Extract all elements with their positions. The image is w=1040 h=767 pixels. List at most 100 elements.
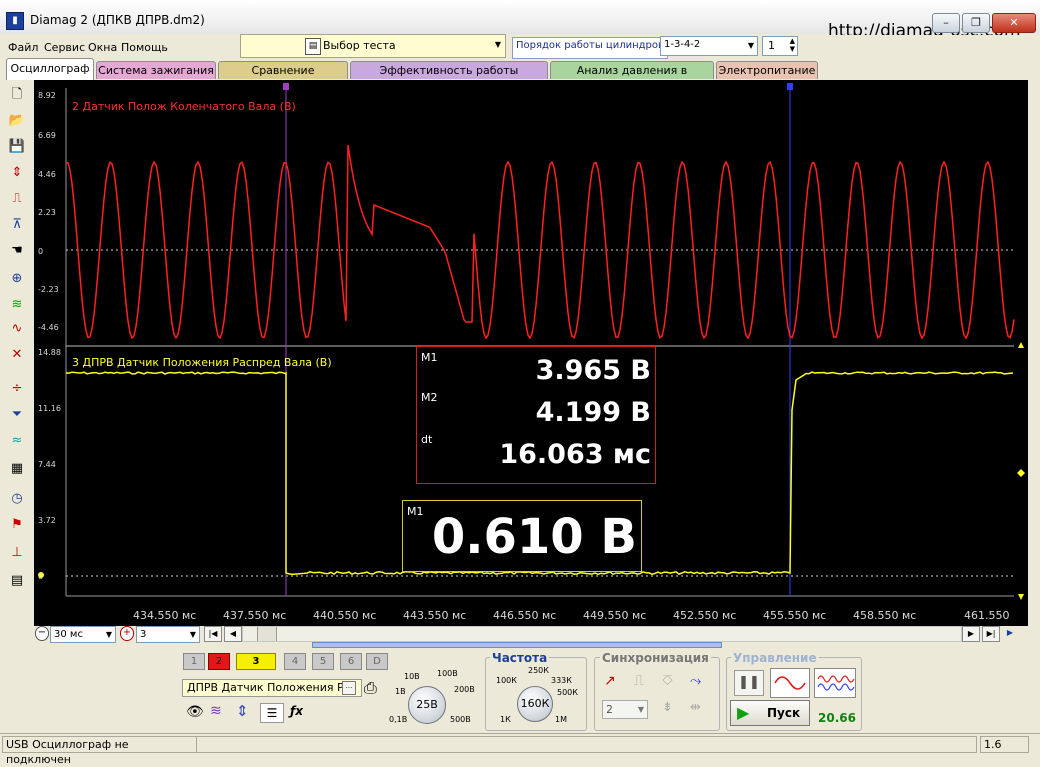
volt-scale-label: 10В: [404, 672, 420, 681]
math-function-icon[interactable]: ƒx: [290, 704, 303, 718]
x-tick: 434.550 мс: [133, 609, 197, 622]
tab-cylinder-pressure[interactable]: Анализ давления в цилиндре: [550, 61, 714, 94]
probe-connect-icon[interactable]: ⎙: [364, 678, 377, 698]
zoom-channel-value: 3: [140, 629, 147, 640]
cylinder-order-label: Порядок работы цилиндров: [512, 37, 668, 59]
cross-marker-icon[interactable]: ✕: [8, 346, 26, 364]
cursor-2-handle: [787, 83, 793, 90]
line-width-icon[interactable]: ☰: [260, 703, 284, 723]
horizontal-scrollbar[interactable]: [242, 626, 962, 642]
channel-name-more-button[interactable]: ···: [342, 681, 356, 695]
m2-label: M2: [421, 391, 438, 404]
menu-help[interactable]: Помощь: [121, 41, 168, 54]
continuous-mode-button[interactable]: [814, 668, 856, 698]
vertical-position-icon[interactable]: ⇕: [236, 702, 249, 720]
pulse-down-icon[interactable]: ⎏: [662, 673, 673, 689]
horizontal-cursor-icon[interactable]: ÷: [8, 380, 26, 398]
waveform-overlay-icon[interactable]: ≋: [8, 296, 26, 314]
channel-5-button[interactable]: 5: [312, 653, 334, 670]
tab-cylinder-efficiency[interactable]: Эффективность работы цилиндров: [350, 61, 548, 94]
oscilloscope-plot[interactable]: 8.92 6.69 4.46 2.23 0 -2.23 -4.46 14.88 …: [34, 80, 1028, 626]
acquisition-rate: 20.66: [818, 711, 856, 725]
pause-button[interactable]: ❚❚: [734, 670, 764, 696]
frequency-knob[interactable]: 160К: [517, 686, 553, 722]
freq-scale-label: 1М: [555, 715, 567, 724]
scroll-first-button[interactable]: |◀: [204, 626, 222, 642]
scroll-right-button[interactable]: ▶: [962, 626, 980, 642]
pulse-up-icon[interactable]: ⎍: [634, 673, 644, 689]
cylinder-order-select[interactable]: 1-3-4-2 ▼: [660, 36, 758, 56]
tab-cylinder-comparison[interactable]: Сравнение цилиндров: [218, 61, 348, 94]
zoom-channel-select[interactable]: 3 ▼: [136, 626, 200, 643]
close-button[interactable]: ✕: [992, 13, 1036, 33]
filter-icon[interactable]: ⏷: [8, 406, 26, 424]
x-tick: 443.550 мс: [403, 609, 467, 622]
volt-scale-label: 100В: [437, 669, 458, 678]
channel-3-button[interactable]: 3: [236, 653, 276, 670]
x-tick: 449.550 мс: [583, 609, 647, 622]
channel-d-button[interactable]: D: [366, 653, 388, 670]
visibility-eye-icon[interactable]: 👁: [186, 704, 204, 720]
ch2-ytick: -2.23: [38, 285, 59, 294]
zoom-icon[interactable]: ⊕: [8, 270, 26, 288]
flag-marker-icon[interactable]: ⚑: [8, 516, 26, 534]
table-icon[interactable]: ▦: [8, 460, 26, 478]
multi-wave-icon: [817, 675, 855, 691]
maximize-button[interactable]: ❐: [962, 13, 990, 33]
trigger-level-icon[interactable]: ⇟: [662, 700, 673, 715]
tab-ignition-system[interactable]: Система зажигания: [96, 61, 216, 79]
auto-scale-icon[interactable]: ⇕: [8, 164, 26, 182]
zero-level-icon[interactable]: ⊥: [8, 544, 26, 562]
hand-pan-icon[interactable]: ☚: [8, 242, 26, 260]
trigger-position-icon[interactable]: ⇹: [690, 700, 701, 715]
single-shot-button[interactable]: [770, 668, 810, 698]
cylinder-number-stepper[interactable]: 1 ▲ ▼: [762, 36, 798, 56]
save-icon[interactable]: 💾: [8, 138, 26, 156]
cursor-tool-icon[interactable]: ⊼: [8, 216, 26, 234]
minimize-button[interactable]: –: [932, 13, 960, 33]
channel-settings-icon[interactable]: ≈: [8, 432, 26, 450]
auto-trigger-icon[interactable]: ⤳: [690, 673, 701, 689]
play-scroll-button[interactable]: ▶: [1002, 626, 1018, 640]
channel-4-button[interactable]: 4: [284, 653, 306, 670]
auto-timer-icon[interactable]: ◷: [8, 490, 26, 508]
menu-service[interactable]: Сервис: [44, 41, 85, 54]
m2-value: 4.199 В: [535, 397, 651, 428]
zoom-out-icon[interactable]: −: [35, 626, 49, 641]
ch2-ytick: 4.46: [38, 170, 56, 179]
channel-name-field[interactable]: ДПРВ Датчик Положения Рас: [182, 679, 362, 697]
panel-splitter[interactable]: [312, 642, 722, 648]
menu-windows[interactable]: Окна: [88, 41, 117, 54]
marker-label: M1: [407, 505, 424, 518]
timebase-select[interactable]: 30 мс ▼: [50, 626, 116, 643]
trigger-edge-icon[interactable]: ⎍: [8, 190, 26, 208]
chevron-down-icon: ▼: [637, 705, 644, 714]
scroll-last-button[interactable]: ▶|: [982, 626, 1000, 642]
channel-2-button[interactable]: 2: [208, 653, 230, 670]
sync-channel-select[interactable]: 2 ▼: [602, 700, 648, 719]
channel-6-button[interactable]: 6: [340, 653, 362, 670]
tab-oscilloscope[interactable]: Осциллограф: [6, 58, 94, 80]
document-icon: ▤: [305, 38, 321, 55]
tab-power-supply[interactable]: Электропитание: [716, 61, 818, 79]
ch2-channel-label: 2 Датчик Полож Коленчатого Вала (В): [72, 100, 296, 113]
notes-icon[interactable]: ▤: [8, 572, 26, 590]
sine-wave-icon: [774, 676, 806, 690]
zoom-in-icon[interactable]: +: [120, 626, 134, 641]
x-tick: 452.550 мс: [673, 609, 737, 622]
test-select-dropdown[interactable]: ▤ Выбор теста ▼: [240, 34, 506, 58]
volt-scale-label: 500В: [450, 715, 471, 724]
scrollbar-thumb[interactable]: [257, 627, 277, 641]
version-status: 1.6: [980, 736, 1029, 753]
menu-file[interactable]: Файл: [8, 41, 38, 54]
waveform-compare-icon[interactable]: ∿: [8, 320, 26, 338]
volts-knob[interactable]: 25В: [408, 686, 446, 724]
start-button[interactable]: ▶ Пуск: [730, 700, 810, 726]
waveform-style-icon[interactable]: ≋: [210, 703, 222, 719]
rising-edge-icon[interactable]: ↗: [604, 673, 616, 689]
new-file-icon[interactable]: 🗋: [8, 86, 26, 104]
play-icon: ▶: [737, 703, 750, 722]
scroll-left-button[interactable]: ◀: [224, 626, 242, 642]
open-folder-icon[interactable]: 📂: [8, 112, 26, 130]
channel-1-button[interactable]: 1: [183, 653, 205, 670]
